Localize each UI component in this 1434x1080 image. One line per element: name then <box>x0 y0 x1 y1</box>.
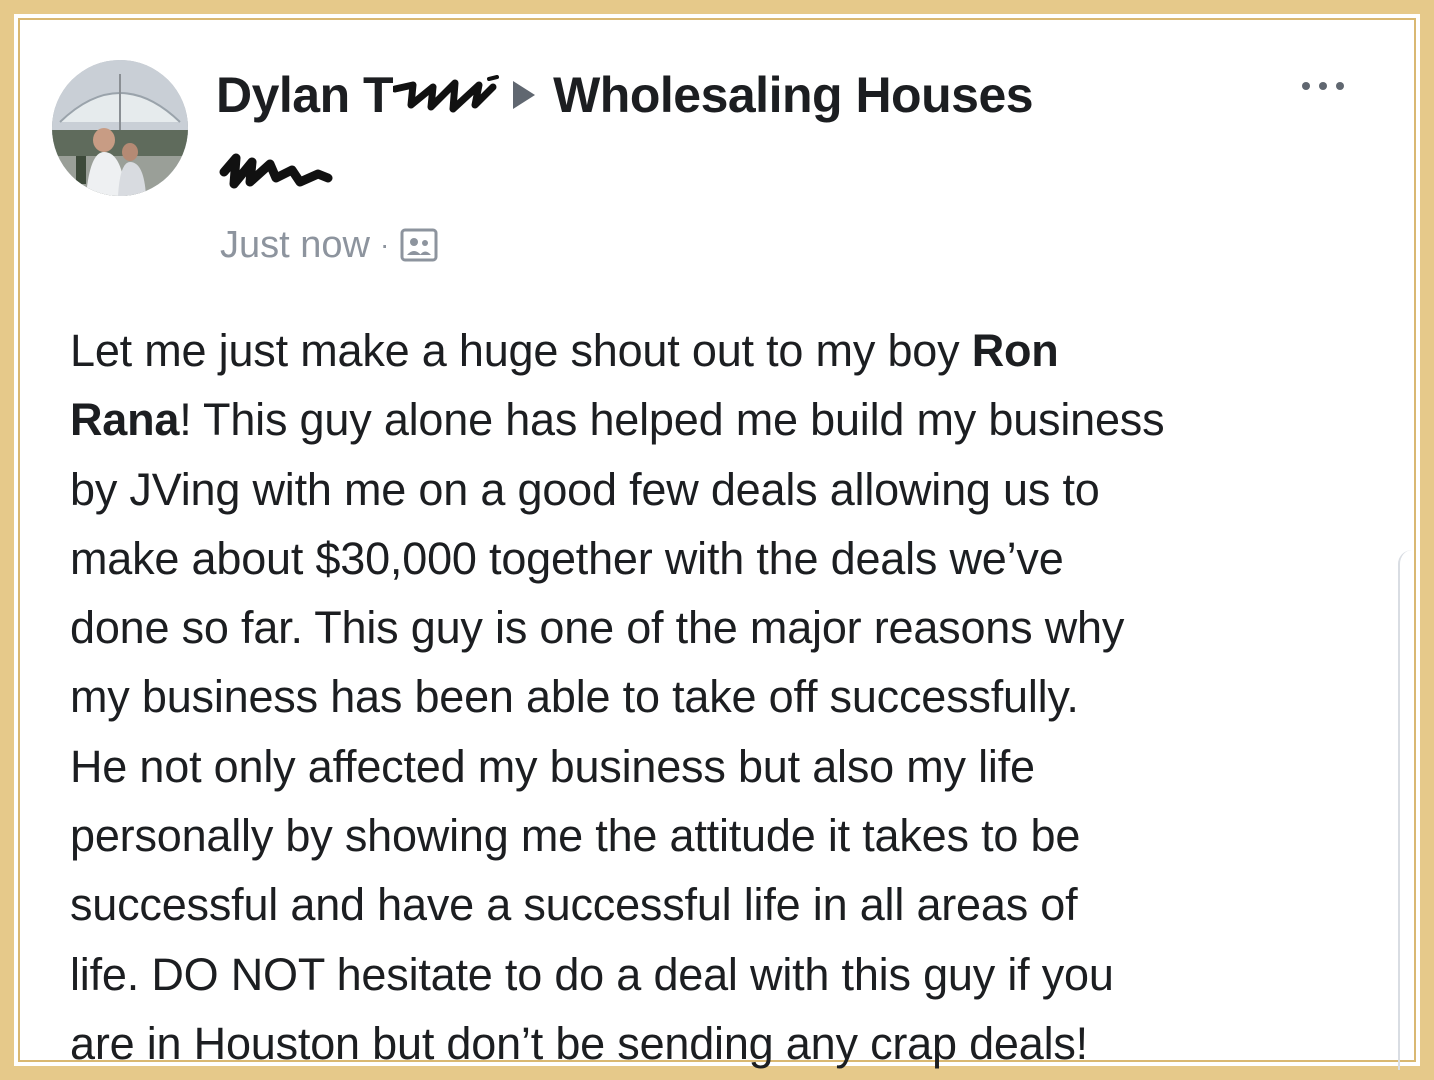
redacted-scribble-line2 <box>218 148 338 194</box>
body-line: personally by showing me the attitude it… <box>70 810 1081 862</box>
timestamp[interactable]: Just now <box>220 224 370 267</box>
body-text-segment: Let me just make a huge shout out to my … <box>70 325 972 376</box>
body-text-segment: ! This guy alone has helped me build my … <box>179 394 1165 446</box>
body-line: make about $30,000 together with the dea… <box>70 532 1064 584</box>
post-header: Dylan T Wholesaling Houses <box>216 60 1034 130</box>
body-line: He not only affected my business but als… <box>70 740 1035 792</box>
avatar-photo <box>52 60 188 196</box>
body-line: successful and have a successful life in… <box>70 879 1078 931</box>
mention-ron[interactable]: Ron <box>972 325 1059 376</box>
body-line: are in Houston but don’t be sending any … <box>70 1017 1088 1069</box>
card-edge-divider <box>1398 550 1414 1070</box>
shared-to-arrow-icon <box>513 81 536 109</box>
facebook-post: Dylan T Wholesaling Houses Just now · Le… <box>20 20 1414 1070</box>
more-dot <box>1336 82 1344 90</box>
more-dot <box>1319 82 1327 90</box>
post-meta: Just now · <box>220 220 439 270</box>
meta-separator: · <box>379 229 390 260</box>
group-name-link[interactable]: Wholesaling Houses <box>553 66 1033 124</box>
image-frame: Dylan T Wholesaling Houses Just now · Le… <box>0 0 1434 1080</box>
body-line: my business has been able to take off su… <box>70 671 1079 723</box>
body-line: done so far. This guy is one of the majo… <box>70 602 1125 654</box>
body-line: Rana! This guy alone has helped me build… <box>70 385 1410 454</box>
more-dot <box>1302 82 1310 90</box>
redacted-scribble <box>391 75 511 115</box>
more-options-icon[interactable] <box>1302 82 1344 90</box>
author-avatar[interactable] <box>52 60 188 196</box>
author-name[interactable]: Dylan T <box>216 66 394 124</box>
post-body: Let me just make a huge shout out to my … <box>70 316 1410 1078</box>
body-line: by JVing with me on a good few deals all… <box>70 463 1100 515</box>
body-line: life. DO NOT hesitate to do a deal with … <box>70 948 1114 1000</box>
group-members-icon[interactable] <box>399 225 439 265</box>
body-line: Let me just make a huge shout out to my … <box>70 316 1410 385</box>
mention-rana[interactable]: Rana <box>70 394 179 445</box>
post-card: Dylan T Wholesaling Houses Just now · Le… <box>18 18 1416 1070</box>
